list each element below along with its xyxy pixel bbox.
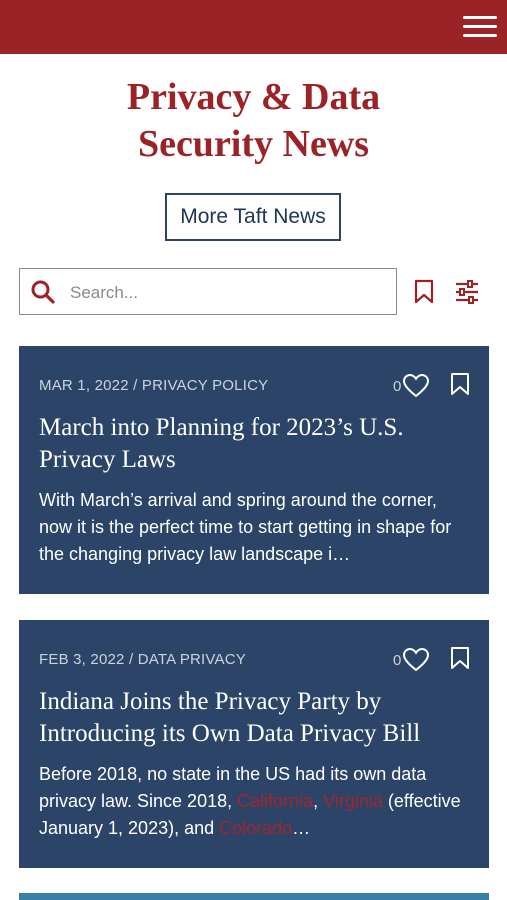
article-card[interactable]: FEB 3, 2022 / DATA PRIVACY 0 Indiana Joi…: [19, 620, 489, 868]
article-card-partial[interactable]: [19, 893, 489, 900]
like-control[interactable]: 0: [393, 372, 430, 400]
search-icon[interactable]: [30, 279, 56, 305]
article-excerpt: With March’s arrival and spring around t…: [39, 490, 452, 564]
page-title: Privacy & Data Security News: [0, 74, 507, 168]
excerpt-ellipsis: …: [292, 818, 311, 838]
like-count: 0: [393, 651, 402, 669]
article-date: FEB 3, 2022: [39, 651, 125, 668]
bookmark-icon[interactable]: [450, 372, 470, 396]
excerpt-separator: ,: [313, 791, 324, 811]
article-meta: FEB 3, 2022 / DATA PRIVACY: [39, 651, 246, 668]
top-navigation-bar: [0, 0, 507, 54]
heart-icon[interactable]: [402, 647, 430, 673]
page-title-line2: Security News: [137, 123, 370, 165]
bookmark-icon[interactable]: [450, 646, 470, 670]
colorado-link[interactable]: Colorado: [219, 818, 292, 838]
article-date: MAR 1, 2022: [39, 377, 129, 394]
like-control[interactable]: 0: [393, 646, 430, 674]
article-category[interactable]: DATA PRIVACY: [138, 651, 246, 668]
search-box[interactable]: [19, 268, 397, 315]
virginia-link[interactable]: Virginia: [323, 791, 383, 811]
california-link[interactable]: California: [237, 791, 313, 811]
like-count: 0: [393, 377, 402, 395]
page-title-line1: Privacy & Data: [126, 76, 381, 118]
heart-icon[interactable]: [402, 373, 430, 399]
article-title[interactable]: Indiana Joins the Privacy Party by Intro…: [39, 686, 469, 750]
more-taft-news-button[interactable]: More Taft News: [165, 193, 341, 241]
article-meta: MAR 1, 2022 / PRIVACY POLICY: [39, 377, 269, 394]
article-title[interactable]: March into Planning for 2023’s U.S. Priv…: [39, 412, 469, 476]
bookmark-icon[interactable]: [413, 279, 435, 305]
article-category[interactable]: PRIVACY POLICY: [142, 377, 268, 394]
article-excerpt: Before 2018, no state in the US had its …: [39, 761, 473, 842]
article-card[interactable]: MAR 1, 2022 / PRIVACY POLICY 0 March int…: [19, 346, 489, 594]
filter-sliders-icon[interactable]: [454, 279, 480, 305]
hamburger-menu-icon[interactable]: [463, 14, 497, 40]
search-input[interactable]: [68, 275, 382, 310]
